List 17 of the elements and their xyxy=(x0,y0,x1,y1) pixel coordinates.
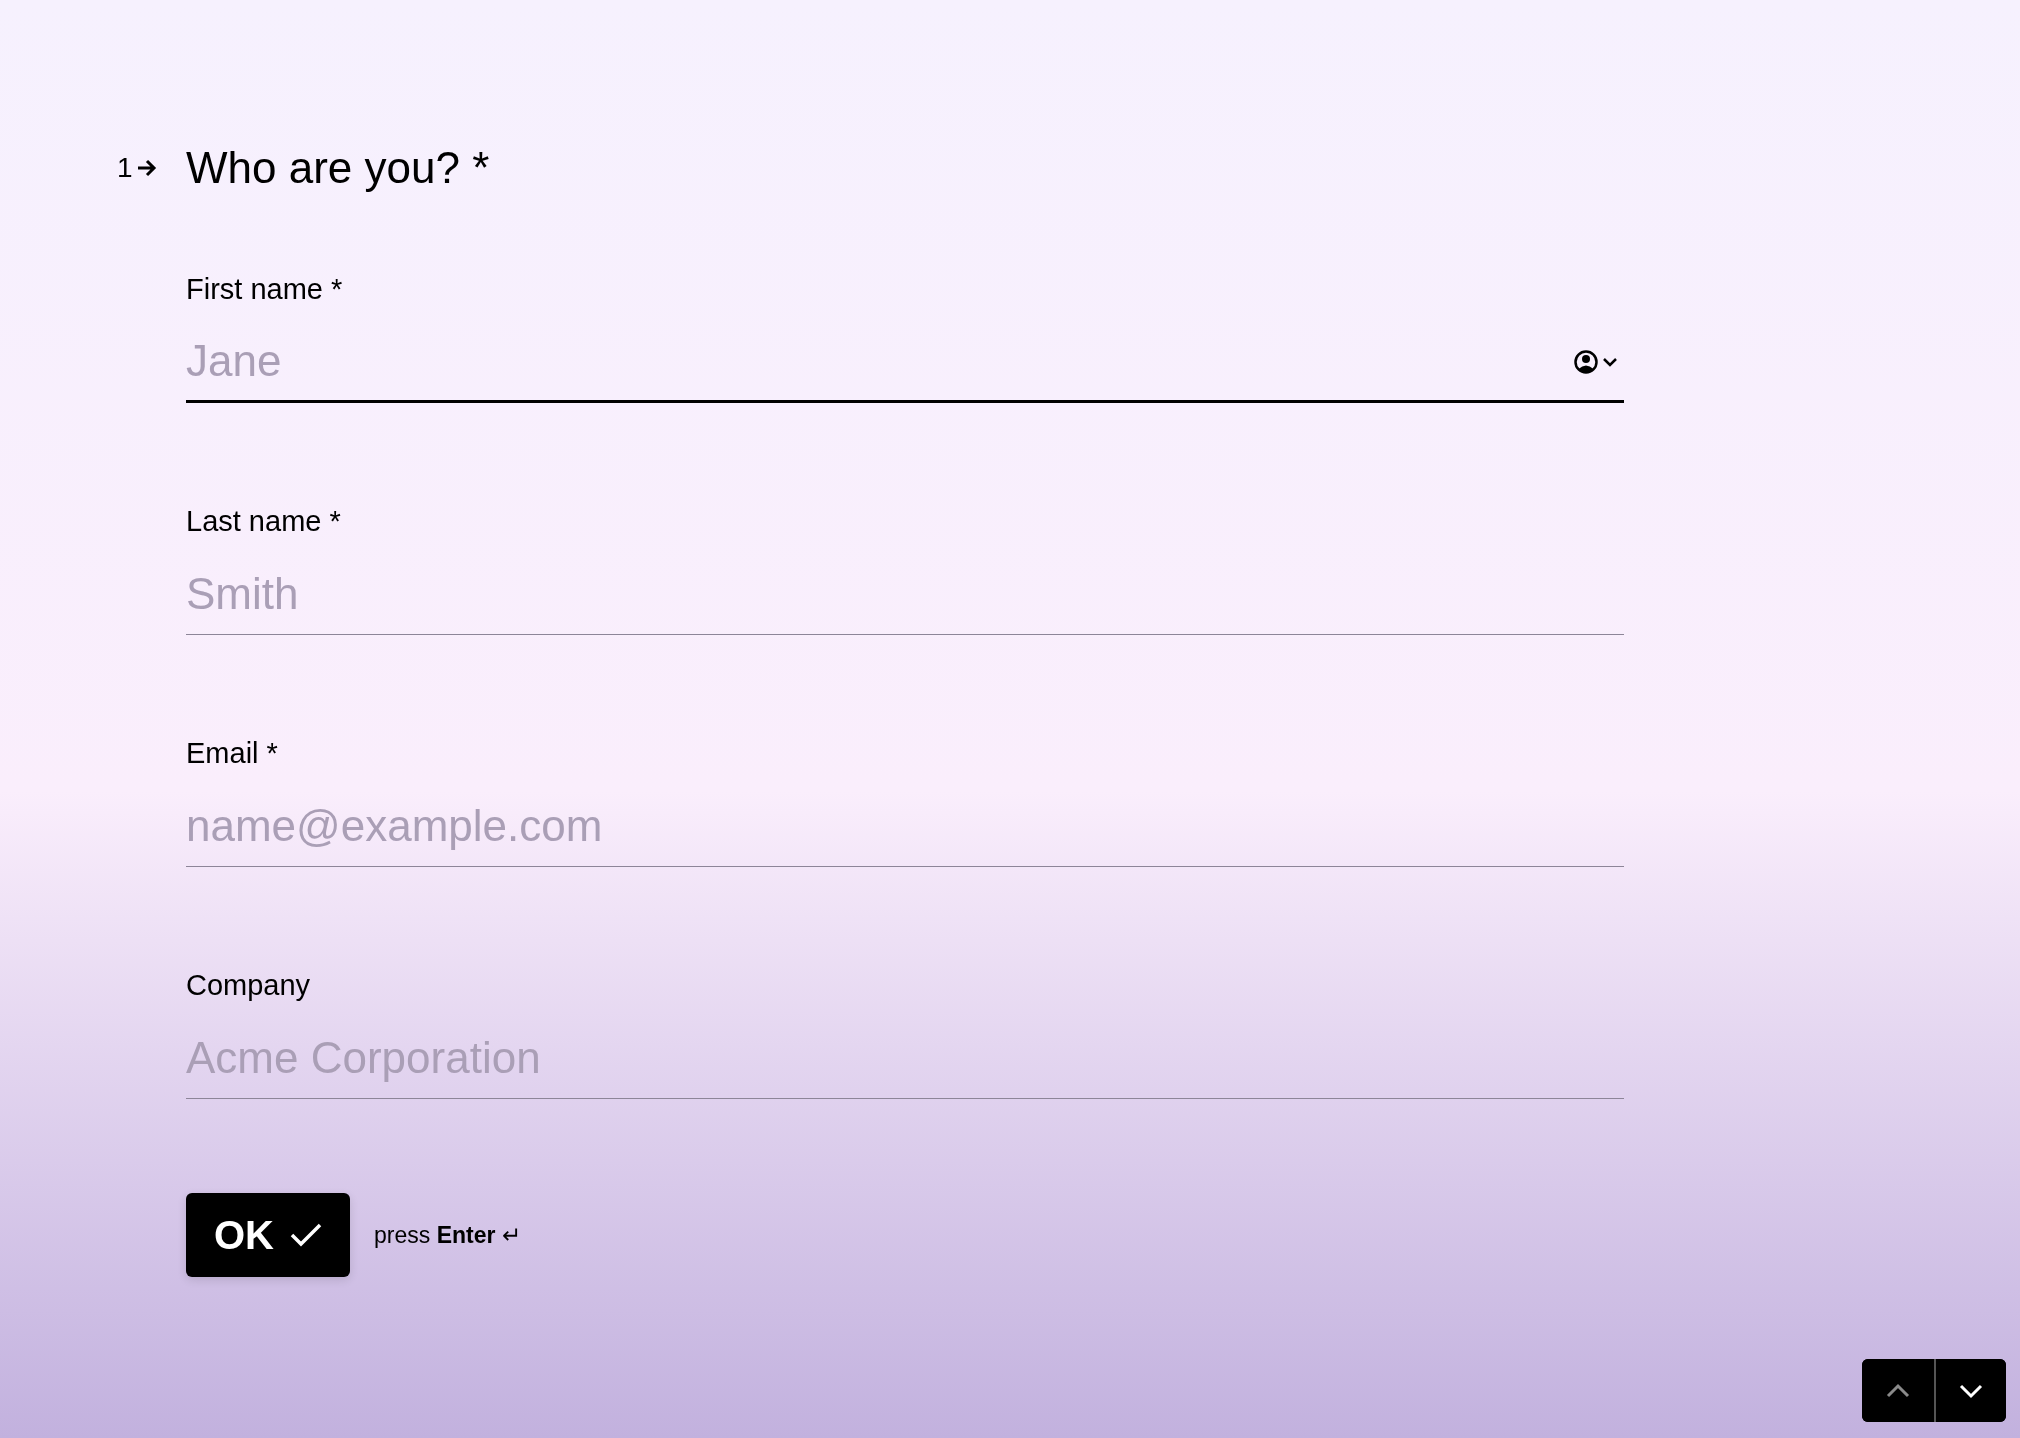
question-number: 1 xyxy=(117,150,133,185)
input-field[interactable]: Jane xyxy=(186,321,1624,403)
field-label: First name * xyxy=(186,272,344,307)
next-button[interactable] xyxy=(1934,1359,2006,1422)
checkmark-icon xyxy=(290,1222,322,1248)
input-field[interactable]: Acme Corporation xyxy=(186,1017,1624,1099)
field-label: Company xyxy=(186,968,312,1003)
ok-button[interactable]: OK xyxy=(186,1193,350,1277)
question-title: Who are you? * xyxy=(186,141,490,194)
input-field[interactable]: Smith xyxy=(186,553,1624,635)
chevron-up-icon xyxy=(1885,1382,1911,1399)
field-label: Email * xyxy=(186,736,279,771)
chevron-down-icon xyxy=(1958,1382,1984,1399)
keyboard-hint: press Enter ↵ xyxy=(374,1220,521,1250)
input-field[interactable]: name@example.com xyxy=(186,785,1624,867)
arrow-icon xyxy=(136,158,157,177)
field-label: Last name * xyxy=(186,504,342,539)
